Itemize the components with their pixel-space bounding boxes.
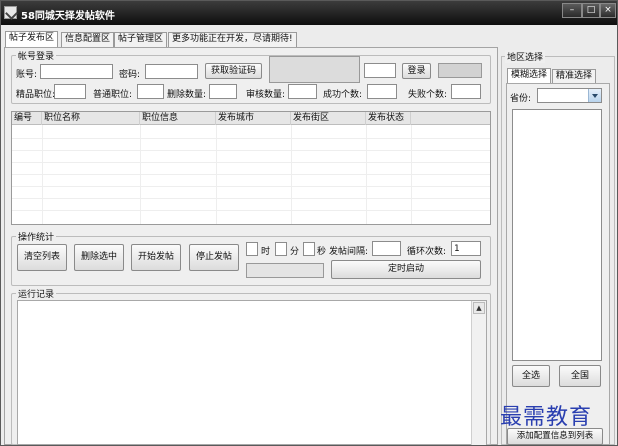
password-input[interactable] [145,64,198,79]
stop-posting-button[interactable]: 停止发帖 [189,244,239,271]
log-scrollbar[interactable]: ▲ [471,301,486,445]
select-all-button[interactable]: 全选 [512,365,550,387]
tab-fuzzy-select[interactable]: 模糊选择 [507,68,551,84]
delete-selected-button[interactable]: 删除选中 [74,244,124,271]
col-status[interactable]: 发布状态 [366,112,411,125]
window-title: 58同城天择发帖软件 [21,11,115,22]
login-status-box [438,63,482,78]
col-district[interactable]: 发布街区 [291,112,366,125]
tab-config[interactable]: 信息配置区 [61,32,115,47]
app-logo-icon [4,6,17,19]
table-grid-line [12,198,490,199]
captcha-image [269,56,360,83]
province-select[interactable] [537,88,602,103]
col-id[interactable]: 编号 [12,112,42,125]
account-input[interactable] [40,64,113,79]
watermark-text: 最需教育 [500,405,593,430]
deleted-count[interactable] [209,84,237,99]
tab-post[interactable]: 帖子发布区 [5,31,59,48]
province-label: 省份: [510,94,532,104]
hour-field[interactable] [246,242,258,256]
deleted-label: 删除数量: [167,90,207,100]
loop-count-input[interactable] [451,241,481,256]
start-posting-button[interactable]: 开始发帖 [131,244,181,271]
loop-count-label: 循环次数: [407,247,447,257]
minute-label: 分 [290,247,300,257]
normal-label: 普通职位: [93,90,133,100]
login-legend: 帐号登录 [16,49,57,62]
title-bar: 58同城天择发帖软件 – □ × [1,1,617,25]
review-label: 审核数量: [246,90,286,100]
tab-exact-select[interactable]: 精准选择 [552,69,596,84]
post-list-table[interactable]: 编号 职位名称 职位信息 发布城市 发布街区 发布状态 [11,111,491,225]
clear-list-button[interactable]: 清空列表 [17,244,67,271]
second-field[interactable] [303,242,315,256]
tab-more[interactable]: 更多功能正在开发，尽请期待! [168,32,297,47]
premium-label: 精品职位: [16,90,56,100]
log-legend: 运行记录 [16,287,57,300]
table-header: 编号 职位名称 职位信息 发布城市 发布街区 发布状态 [12,112,490,125]
whole-country-button[interactable]: 全国 [559,365,601,387]
table-grid-line [12,210,490,211]
region-legend: 地区选择 [505,50,546,63]
scroll-up-icon[interactable]: ▲ [473,302,485,314]
fail-label: 失败个数: [408,90,448,100]
col-title[interactable]: 职位名称 [42,112,140,125]
success-count[interactable] [367,84,397,99]
app-window: 58同城天择发帖软件 – □ × 帖子发布区 信息配置区 帖子管理区 更多功能正… [0,0,618,446]
city-list[interactable] [512,109,602,361]
table-grid-line [12,150,490,151]
review-count[interactable] [288,84,317,99]
interval-input[interactable] [372,241,401,256]
captcha-input[interactable] [364,63,396,78]
tab-manage[interactable]: 帖子管理区 [114,32,168,47]
countdown-display [246,263,324,278]
chevron-down-icon[interactable] [588,89,601,102]
stats-legend: 操作统计 [16,230,57,243]
interval-label: 发帖间隔: [329,247,369,257]
col-city[interactable]: 发布城市 [216,112,291,125]
run-log-area[interactable] [17,300,487,445]
success-label: 成功个数: [323,90,363,100]
table-grid-line [12,162,490,163]
maximize-button[interactable]: □ [582,3,600,18]
second-label: 秒 [317,247,327,257]
minimize-button[interactable]: – [562,3,582,18]
table-grid-line [12,138,490,139]
get-captcha-button[interactable]: 获取验证码 [205,63,262,79]
premium-count[interactable] [54,84,86,99]
schedule-start-button[interactable]: 定时启动 [331,260,481,279]
normal-count[interactable] [137,84,164,99]
table-grid-line [12,186,490,187]
hour-label: 时 [261,247,271,257]
minute-field[interactable] [275,242,287,256]
close-button[interactable]: × [600,3,616,18]
col-info[interactable]: 职位信息 [140,112,216,125]
fail-count[interactable] [451,84,481,99]
login-button[interactable]: 登录 [402,63,431,79]
password-label: 密码: [119,70,141,80]
table-grid-line [12,174,490,175]
account-label: 账号: [16,70,38,80]
